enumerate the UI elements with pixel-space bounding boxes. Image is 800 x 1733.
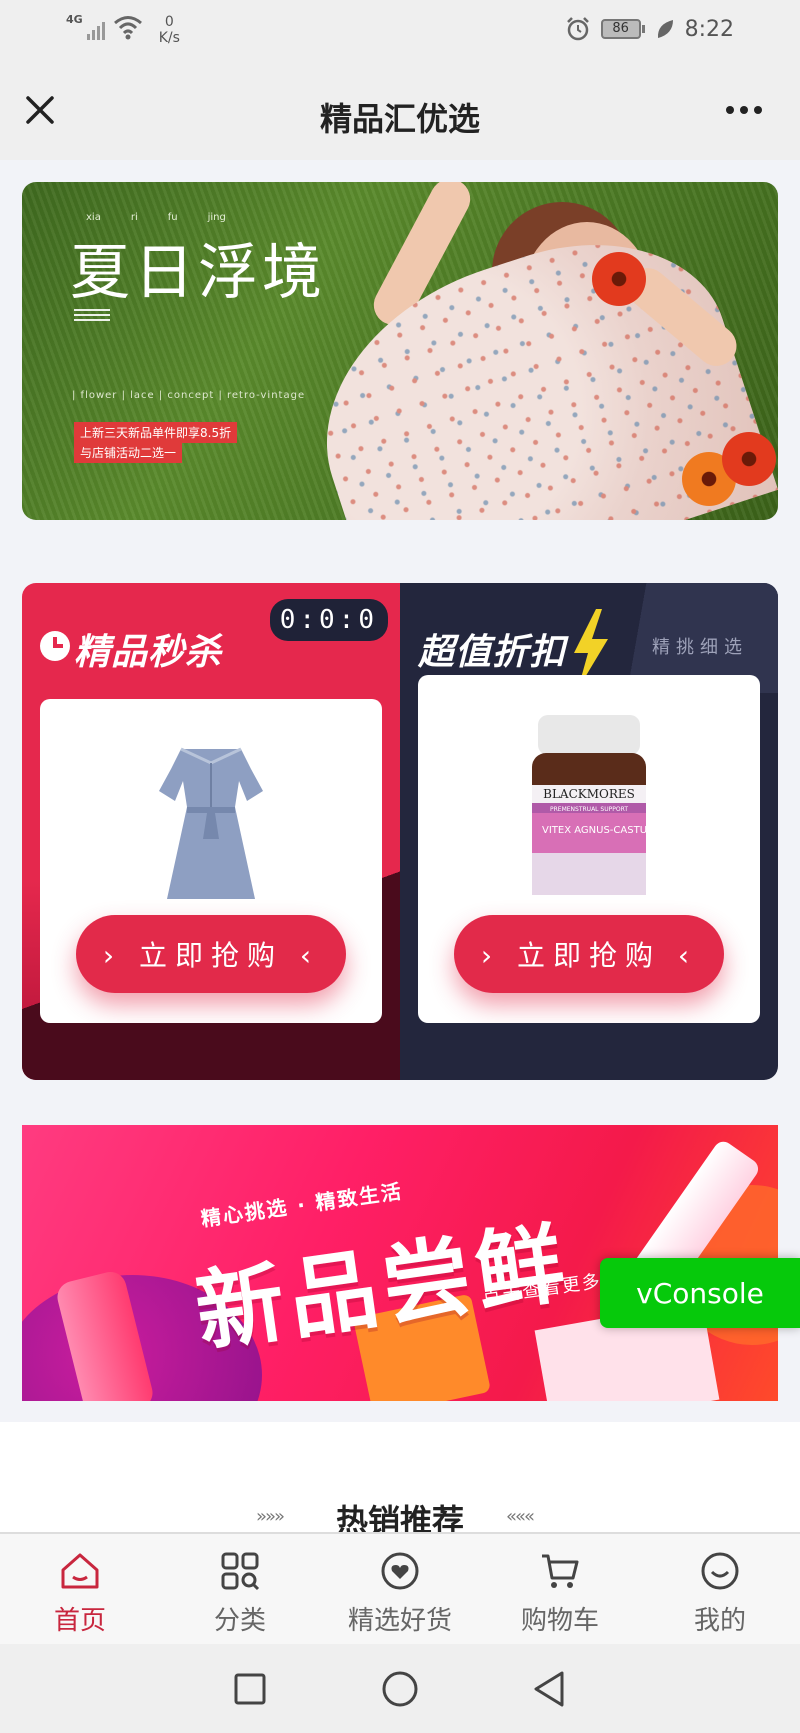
speed-unit: K/s (158, 30, 180, 46)
discount-title: 超值折扣 (418, 632, 567, 673)
tab-home-label: 首页 (53, 1606, 106, 1636)
network-speed: 0 K/s (159, 14, 180, 46)
banner-promo-1: 上新三天新品单件即享8.5折 (74, 422, 238, 443)
tab-featured-label: 精选好货 (347, 1606, 452, 1636)
banner-pinyin: xia ri fu jing (86, 212, 226, 223)
wifi-icon (113, 16, 142, 40)
flash-sale-product-card[interactable]: › 立即抢购 ‹ (40, 699, 382, 1023)
speed-value: 0 (164, 14, 174, 30)
status-right: 86 8:22 (565, 16, 734, 42)
battery-icon: 86 (600, 19, 645, 39)
heart-badge-icon (381, 1552, 419, 1590)
flash-sale-title: 精品秒杀 (74, 632, 223, 673)
tab-featured[interactable]: 精选好货 (320, 1534, 480, 1644)
nav-bar: 精品汇优选 (0, 64, 800, 160)
tab-category[interactable]: 分类 (160, 1534, 320, 1644)
dress-product-image (159, 747, 263, 899)
deals-section: 精品秒杀 0:0:0 › 立即抢购 ‹ 超值折扣 精挑细选 BLACKMORES… (22, 583, 778, 1080)
profile-icon (701, 1552, 739, 1590)
hero-banner[interactable]: xia ri fu jing 夏日浮境 | flower | lace | co… (22, 182, 778, 520)
vconsole-button[interactable]: vConsole (600, 1258, 800, 1328)
tab-cart[interactable]: 购物车 (480, 1534, 640, 1644)
discount-buy-button[interactable]: › 立即抢购 ‹ (454, 915, 724, 993)
recent-apps-icon[interactable] (230, 1669, 270, 1709)
svg-text:PREMENSTRUAL SUPPORT: PREMENSTRUAL SUPPORT (550, 806, 628, 813)
more-icon[interactable] (726, 106, 762, 114)
back-icon[interactable] (530, 1669, 570, 1709)
svg-text:BLACKMORES: BLACKMORES (543, 787, 635, 801)
alarm-icon (566, 17, 589, 41)
tab-home[interactable]: 首页 (0, 1534, 160, 1644)
flash-sale-panel[interactable]: 精品秒杀 0:0:0 › 立即抢购 ‹ (22, 583, 400, 1080)
tab-profile[interactable]: 我的 (640, 1534, 800, 1644)
countdown-timer: 0:0:0 (269, 599, 388, 641)
home-circle-icon[interactable] (380, 1669, 420, 1709)
tab-profile-label: 我的 (693, 1606, 746, 1636)
discount-subtitle: 精挑细选 (652, 637, 748, 658)
hot-recommend-section: »»» 热销推荐 ««« (0, 1422, 800, 1532)
svg-text:VITEX AGNUS-CASTUS: VITEX AGNUS-CASTUS (542, 825, 653, 836)
signal-icon (86, 14, 105, 40)
cart-icon (542, 1554, 579, 1588)
clock-icon (40, 631, 70, 661)
network-type: 4G (66, 13, 83, 26)
hot-recommend-title: 热销推荐 (335, 1502, 464, 1532)
home-icon (61, 1553, 99, 1589)
system-nav-bar (0, 1644, 800, 1733)
tab-cart-label: 购物车 (520, 1606, 599, 1636)
flash-buy-button[interactable]: › 立即抢购 ‹ (76, 915, 346, 993)
status-bar: 4G 0 K/s 86 8:22 (0, 0, 800, 64)
page-title: 精品汇优选 (319, 100, 480, 138)
discount-panel[interactable]: 超值折扣 精挑细选 BLACKMORES PREMENSTRUAL SUPPOR… (400, 583, 778, 1080)
discount-product-card[interactable]: BLACKMORES PREMENSTRUAL SUPPORT VITEX AG… (418, 675, 760, 1023)
banner-promo-2: 与店铺活动二选一 (74, 442, 183, 463)
clock-time: 8:22 (684, 16, 734, 42)
category-icon (221, 1552, 260, 1591)
waves-icon (74, 307, 110, 321)
battery-level: 86 (600, 19, 641, 39)
banner-title: 夏日浮境 (70, 238, 326, 308)
supplement-bottle-image: BLACKMORES PREMENSTRUAL SUPPORT VITEX AG… (532, 715, 653, 895)
status-left: 4G 0 K/s (66, 13, 180, 47)
leaf-icon (657, 20, 673, 38)
tab-category-label: 分类 (213, 1606, 266, 1636)
chevron-left-icon: ««« (506, 1506, 535, 1527)
bottom-tab-bar: 首页 分类 精选好货 购物车 我的 (0, 1532, 800, 1644)
banner-tags: | flower | lace | concept | retro-vintag… (72, 390, 306, 401)
flower-image (592, 252, 646, 306)
